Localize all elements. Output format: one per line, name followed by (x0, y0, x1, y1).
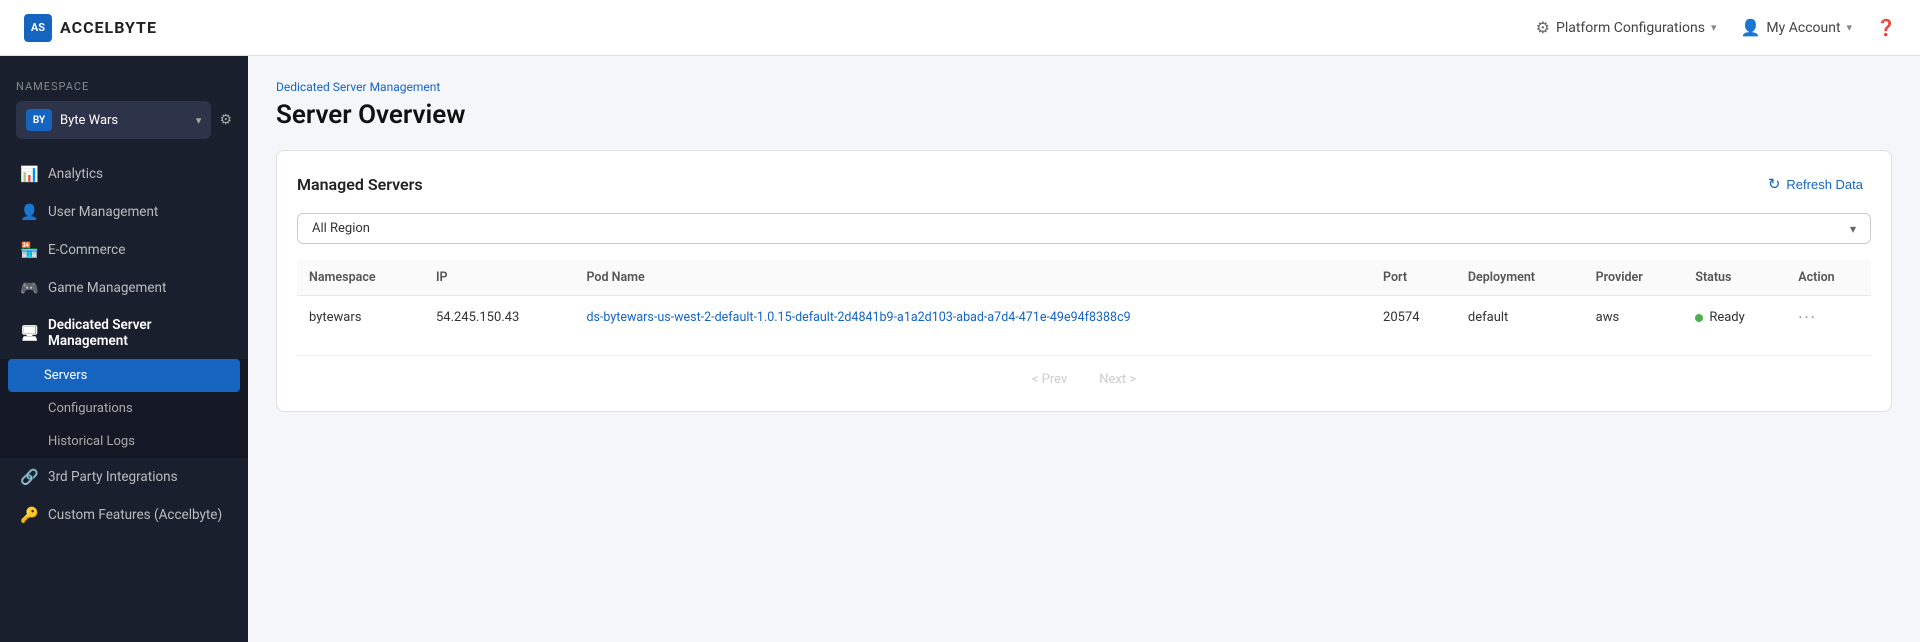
sidebar-item-configurations[interactable]: Configurations (0, 392, 248, 425)
sidebar-item-custom-features[interactable]: 🔑 Custom Features (Accelbyte) (0, 496, 248, 534)
next-button[interactable]: Next > (1091, 368, 1144, 391)
col-ip: IP (424, 260, 575, 296)
page-title: Server Overview (276, 100, 1892, 130)
sidebar-item-3rd-party[interactable]: 🔗 3rd Party Integrations (0, 458, 248, 496)
link-icon: 🔗 (20, 468, 38, 486)
namespace-chevron: ▾ (196, 114, 202, 127)
sidebar-item-3rd-party-label: 3rd Party Integrations (48, 469, 178, 485)
breadcrumb[interactable]: Dedicated Server Management (276, 80, 1892, 94)
sidebar-item-dedicated-server-label: Dedicated Server Management (48, 317, 228, 349)
sidebar-item-historical-logs-label: Historical Logs (48, 434, 135, 449)
sidebar-item-historical-logs[interactable]: Historical Logs (0, 425, 248, 458)
sidebar-item-ecommerce[interactable]: 🏪 E-Commerce (0, 231, 248, 269)
col-provider: Provider (1584, 260, 1684, 296)
card-header: Managed Servers ↻ Refresh Data (297, 171, 1871, 197)
cell-port: 20574 (1371, 296, 1456, 340)
action-menu-button[interactable]: ··· (1798, 308, 1817, 327)
sidebar-item-user-management-label: User Management (48, 204, 158, 220)
status-dot-ready (1695, 314, 1703, 322)
sidebar-sub-items-dedicated-server: Servers Configurations Historical Logs (0, 359, 248, 458)
status-ready: Ready (1695, 310, 1774, 325)
sidebar: NAMESPACE BY Byte Wars ▾ ⚙ 📊 Analytics (0, 56, 248, 642)
platform-config-chevron: ▾ (1711, 21, 1717, 34)
analytics-icon: 📊 (20, 165, 38, 183)
help-button[interactable]: ❓ (1876, 18, 1896, 37)
table-body: bytewars 54.245.150.43 ds-bytewars-us-we… (297, 296, 1871, 340)
table-row: bytewars 54.245.150.43 ds-bytewars-us-we… (297, 296, 1871, 340)
col-port: Port (1371, 260, 1456, 296)
region-selector-chevron: ▾ (1850, 222, 1856, 236)
servers-table: Namespace IP Pod Name Port Deployment Pr… (297, 260, 1871, 339)
refresh-label: Refresh Data (1786, 177, 1863, 192)
server-icon: 🖥 (20, 324, 38, 342)
prev-button[interactable]: < Prev (1024, 368, 1075, 391)
cell-ip: 54.245.150.43 (424, 296, 575, 340)
help-icon: ❓ (1876, 18, 1896, 37)
my-account-button[interactable]: 👤 My Account ▾ (1741, 18, 1853, 37)
gear-icon: ⚙ (1536, 18, 1550, 37)
key-icon: 🔑 (20, 506, 38, 524)
sidebar-item-servers[interactable]: Servers (8, 359, 240, 392)
sidebar-item-user-management[interactable]: 👤 User Management (0, 193, 248, 231)
layout: NAMESPACE BY Byte Wars ▾ ⚙ 📊 Analytics (0, 0, 1920, 642)
status-label: Ready (1709, 310, 1744, 325)
refresh-data-button[interactable]: ↻ Refresh Data (1760, 171, 1871, 197)
sidebar-nav: 📊 Analytics 👤 User Management 🏪 E-Commer… (0, 155, 248, 534)
col-deployment: Deployment (1456, 260, 1584, 296)
namespace-name: Byte Wars (60, 113, 118, 128)
sidebar-item-servers-label: Servers (44, 368, 87, 383)
topbar: AS ACCELBYTE ⚙ Platform Configurations ▾… (0, 0, 1920, 56)
namespace-label: NAMESPACE (16, 80, 232, 93)
region-selector[interactable]: All Region ▾ (297, 213, 1871, 244)
game-icon: 🎮 (20, 279, 38, 297)
cell-deployment: default (1456, 296, 1584, 340)
pagination: < Prev Next > (297, 355, 1871, 391)
topbar-right: ⚙ Platform Configurations ▾ 👤 My Account… (1536, 18, 1896, 37)
col-action: Action (1786, 260, 1871, 296)
logo-text: ACCELBYTE (60, 18, 157, 37)
cell-action[interactable]: ··· (1786, 296, 1871, 340)
cell-provider: aws (1584, 296, 1684, 340)
platform-config-button[interactable]: ⚙ Platform Configurations ▾ (1536, 18, 1717, 37)
sidebar-item-configurations-label: Configurations (48, 401, 133, 416)
person-icon: 👤 (1741, 18, 1761, 37)
namespace-badge: BY (26, 109, 52, 131)
my-account-chevron: ▾ (1847, 21, 1853, 34)
logo-icon: AS (24, 14, 52, 42)
col-status: Status (1683, 260, 1786, 296)
sidebar-item-analytics[interactable]: 📊 Analytics (0, 155, 248, 193)
namespace-section: NAMESPACE BY Byte Wars ▾ ⚙ (0, 68, 248, 147)
cell-status: Ready (1683, 296, 1786, 340)
my-account-label: My Account (1766, 20, 1840, 36)
card-title: Managed Servers (297, 175, 423, 194)
namespace-gear-icon[interactable]: ⚙ (219, 112, 232, 128)
sidebar-item-dedicated-server[interactable]: 🖥 Dedicated Server Management (0, 307, 248, 359)
refresh-icon: ↻ (1768, 175, 1781, 193)
cell-pod-name: ds-bytewars-us-west-2-default-1.0.15-def… (574, 296, 1371, 340)
col-namespace: Namespace (297, 260, 424, 296)
user-icon: 👤 (20, 203, 38, 221)
ecommerce-icon: 🏪 (20, 241, 38, 259)
namespace-left: BY Byte Wars (26, 109, 118, 131)
sidebar-item-game-management[interactable]: 🎮 Game Management (0, 269, 248, 307)
region-selector-label: All Region (312, 221, 1842, 236)
sidebar-item-custom-features-label: Custom Features (Accelbyte) (48, 507, 222, 523)
sidebar-group-dedicated-server: 🖥 Dedicated Server Management Servers Co… (0, 307, 248, 458)
sidebar-item-analytics-label: Analytics (48, 166, 103, 182)
table-header: Namespace IP Pod Name Port Deployment Pr… (297, 260, 1871, 296)
col-pod-name: Pod Name (574, 260, 1371, 296)
main-content: Dedicated Server Management Server Overv… (248, 56, 1920, 642)
namespace-selector[interactable]: BY Byte Wars ▾ (16, 101, 211, 139)
platform-config-label: Platform Configurations (1556, 20, 1705, 36)
sidebar-item-game-management-label: Game Management (48, 280, 166, 296)
sidebar-item-ecommerce-label: E-Commerce (48, 242, 125, 258)
cell-namespace: bytewars (297, 296, 424, 340)
logo[interactable]: AS ACCELBYTE (24, 14, 157, 42)
managed-servers-card: Managed Servers ↻ Refresh Data All Regio… (276, 150, 1892, 412)
